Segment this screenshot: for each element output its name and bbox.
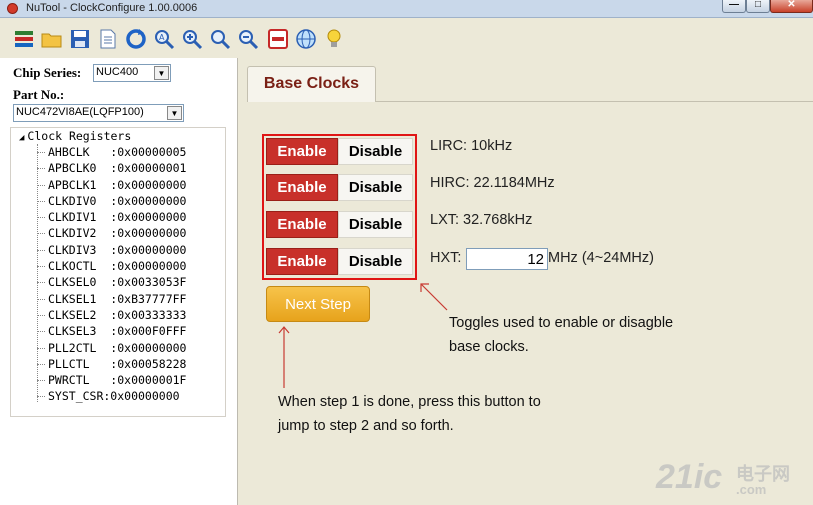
hxt-disable-button[interactable]: Disable bbox=[338, 248, 413, 275]
chevron-down-icon[interactable]: ▼ bbox=[167, 106, 182, 120]
toolbar: A bbox=[0, 19, 813, 57]
chevron-down-icon[interactable]: ▼ bbox=[154, 66, 169, 80]
lirc-enable-button[interactable]: Enable bbox=[266, 138, 338, 165]
chip-series-label: Chip Series: bbox=[13, 65, 82, 80]
tab-divider bbox=[376, 101, 813, 102]
folder-open-icon[interactable] bbox=[40, 27, 64, 51]
register-item[interactable]: PLL2CTL :0x00000000 bbox=[37, 340, 186, 356]
lirc-disable-button[interactable]: Disable bbox=[338, 138, 413, 165]
hxt-unit-label: MHz (4~24MHz) bbox=[548, 250, 654, 266]
register-item[interactable]: CLKSEL0 :0x0033053F bbox=[37, 274, 186, 290]
lxt-enable-button[interactable]: Enable bbox=[266, 211, 338, 238]
close-button[interactable]: ✕ bbox=[770, 0, 813, 13]
hxt-enable-button[interactable]: Enable bbox=[266, 248, 338, 275]
hirc-label: HIRC: 22.1184MHz bbox=[430, 175, 555, 191]
lirc-toggle[interactable]: Enable Disable bbox=[266, 138, 413, 165]
window-title: NuTool - ClockConfigure 1.00.0006 bbox=[26, 2, 198, 14]
remove-icon[interactable] bbox=[266, 27, 290, 51]
part-no-value: NUC472VI8AE(LQFP100) bbox=[16, 106, 144, 118]
minimize-icon: — bbox=[729, 0, 739, 10]
maximize-icon: □ bbox=[754, 0, 762, 10]
maximize-button[interactable]: □ bbox=[746, 0, 770, 13]
register-item[interactable]: AHBCLK :0x00000005 bbox=[37, 144, 186, 160]
part-no-label: Part No.: bbox=[13, 87, 65, 102]
watermark-logo: 21ic 电子网 .com bbox=[656, 458, 806, 500]
watermark-21ic: 21ic bbox=[656, 458, 723, 496]
lirc-label: LIRC: 10kHz bbox=[430, 138, 513, 154]
minimize-button[interactable]: — bbox=[722, 0, 746, 13]
hxt-frequency-input[interactable]: 12 bbox=[466, 248, 548, 270]
lightbulb-icon[interactable] bbox=[322, 27, 346, 51]
register-item[interactable]: CLKDIV1 :0x00000000 bbox=[37, 209, 186, 225]
register-item[interactable]: CLKSEL3 :0x000F0FFF bbox=[37, 323, 186, 339]
register-item[interactable]: APBCLK1 :0x00000000 bbox=[37, 177, 186, 193]
chip-series-value: NUC400 bbox=[96, 66, 139, 78]
hxt-label: HXT: bbox=[430, 250, 462, 266]
register-item[interactable]: SYST_CSR:0x00000000 bbox=[37, 388, 186, 404]
tree-root[interactable]: ◢ Clock Registers bbox=[19, 129, 131, 143]
zoom-out-icon[interactable] bbox=[236, 27, 260, 51]
hirc-disable-button[interactable]: Disable bbox=[338, 174, 413, 201]
register-item[interactable]: CLKSEL2 :0x00333333 bbox=[37, 307, 186, 323]
register-item[interactable]: APBCLK0 :0x00000001 bbox=[37, 160, 186, 176]
lxt-disable-button[interactable]: Disable bbox=[338, 211, 413, 238]
tree-expand-icon[interactable]: ◢ bbox=[19, 133, 24, 143]
title-bar: NuTool - ClockConfigure 1.00.0006 — □ ✕ bbox=[0, 0, 813, 18]
tab-base-clocks[interactable]: Base Clocks bbox=[247, 66, 376, 102]
register-list: AHBCLK :0x00000005 APBCLK0 :0x00000001 APB… bbox=[37, 144, 186, 405]
lxt-label: LXT: 32.768kHz bbox=[430, 212, 533, 228]
watermark-com: .com bbox=[736, 482, 767, 497]
register-tree[interactable]: ◢ Clock Registers AHBCLK :0x00000005 APBCL… bbox=[10, 127, 226, 417]
hirc-toggle[interactable]: Enable Disable bbox=[266, 174, 413, 201]
toggle-annotation-line-1: Toggles used to enable or disagble bbox=[449, 315, 674, 331]
toggle-annotation: Toggles used to enable or disagble base … bbox=[449, 311, 673, 359]
zoom-in-icon[interactable] bbox=[180, 27, 204, 51]
zoom-fit-icon[interactable]: A bbox=[152, 27, 176, 51]
button-annotation-line-2: jump to step 2 and so forth. bbox=[278, 418, 454, 434]
part-no-select[interactable]: NUC472VI8AE(LQFP100) ▼ bbox=[13, 104, 184, 122]
refresh-icon[interactable] bbox=[124, 27, 148, 51]
zoom-icon[interactable] bbox=[208, 27, 232, 51]
register-item[interactable]: CLKDIV2 :0x00000000 bbox=[37, 225, 186, 241]
save-icon[interactable] bbox=[68, 27, 92, 51]
lxt-toggle[interactable]: Enable Disable bbox=[266, 211, 413, 238]
close-icon: ✕ bbox=[787, 0, 796, 10]
globe-icon[interactable] bbox=[294, 27, 318, 51]
tab-label: Base Clocks bbox=[263, 75, 360, 92]
tree-root-label: Clock Registers bbox=[27, 129, 132, 143]
hirc-enable-button[interactable]: Enable bbox=[266, 174, 338, 201]
app-icon bbox=[7, 3, 18, 14]
hxt-toggle[interactable]: Enable Disable bbox=[266, 248, 413, 275]
register-item[interactable]: CLKSEL1 :0xB37777FF bbox=[37, 291, 186, 307]
register-item[interactable]: CLKDIV0 :0x00000000 bbox=[37, 193, 186, 209]
button-annotation: When step 1 is done, press this button t… bbox=[278, 390, 541, 438]
register-item[interactable]: CLKDIV3 :0x00000000 bbox=[37, 242, 186, 258]
button-annotation-line-1: When step 1 is done, press this button t… bbox=[278, 394, 541, 410]
next-step-button[interactable]: Next Step bbox=[266, 286, 370, 322]
chip-series-select[interactable]: NUC400 ▼ bbox=[93, 64, 171, 82]
register-item[interactable]: PLLCTL :0x00058228 bbox=[37, 356, 186, 372]
register-item[interactable]: CLKOCTL :0x00000000 bbox=[37, 258, 186, 274]
document-icon[interactable] bbox=[96, 27, 120, 51]
toggle-annotation-line-2: base clocks. bbox=[449, 339, 529, 355]
svg-text:A: A bbox=[159, 33, 165, 42]
layers-icon[interactable] bbox=[12, 27, 36, 51]
register-item[interactable]: PWRCTL :0x0000001F bbox=[37, 372, 186, 388]
